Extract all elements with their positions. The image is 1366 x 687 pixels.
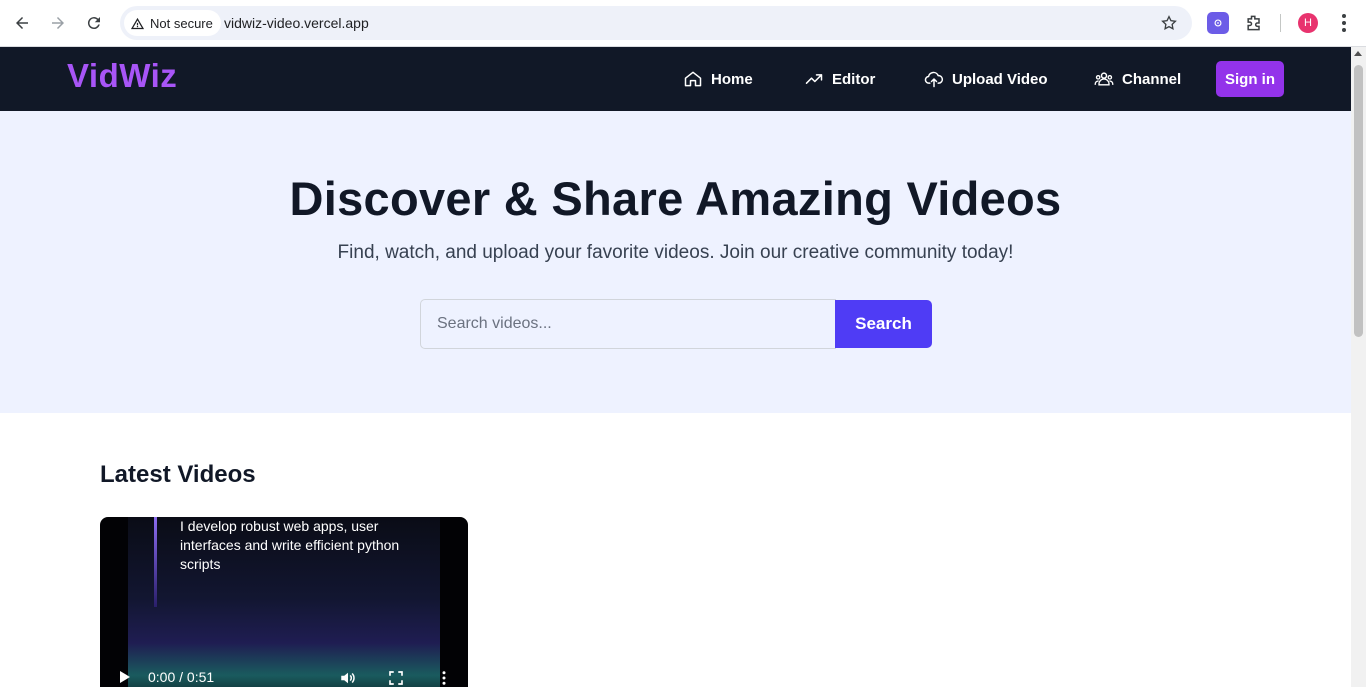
hero-subtitle: Find, watch, and upload your favorite vi… bbox=[337, 242, 1014, 263]
search-input[interactable] bbox=[420, 299, 836, 349]
page: VidWiz Home Editor Upload Video Channel … bbox=[0, 47, 1351, 687]
address-bar[interactable]: Not secure vidwiz-video.vercel.app bbox=[120, 6, 1192, 40]
nav-editor-label: Editor bbox=[832, 70, 876, 88]
extension-icon[interactable] bbox=[1207, 12, 1229, 34]
hero-section: Discover & Share Amazing Videos Find, wa… bbox=[0, 111, 1351, 413]
nav-channel-label: Channel bbox=[1122, 70, 1182, 88]
video-player[interactable]: I develop robust web apps, user interfac… bbox=[100, 517, 468, 687]
page-scrollbar[interactable] bbox=[1351, 47, 1366, 687]
scroll-up-icon[interactable] bbox=[1354, 51, 1362, 56]
nav-home[interactable]: Home bbox=[683, 69, 753, 89]
sign-in-button[interactable]: Sign in bbox=[1216, 61, 1284, 97]
video-controls: 0:00 / 0:51 bbox=[100, 661, 468, 687]
reload-icon bbox=[87, 17, 100, 30]
home-icon bbox=[684, 71, 702, 87]
arrow-left-icon bbox=[16, 17, 28, 29]
video-light-streak bbox=[154, 517, 157, 607]
video-time: 0:00 / 0:51 bbox=[148, 669, 215, 685]
site-logo[interactable]: VidWiz bbox=[67, 57, 177, 95]
site-header: VidWiz Home Editor Upload Video Channel … bbox=[0, 47, 1351, 111]
toolbar-divider bbox=[1280, 14, 1281, 32]
more-vert-icon[interactable] bbox=[435, 669, 453, 687]
browser-toolbar: Not secure vidwiz-video.vercel.app H bbox=[0, 0, 1366, 47]
users-icon bbox=[1094, 72, 1114, 86]
nav-channel[interactable]: Channel bbox=[1094, 69, 1181, 89]
video-caption: I develop robust web apps, user interfac… bbox=[180, 518, 400, 572]
nav-upload-video[interactable]: Upload Video bbox=[924, 69, 1048, 89]
back-button[interactable] bbox=[9, 10, 35, 36]
scrollbar-thumb[interactable] bbox=[1354, 65, 1363, 337]
bookmark-star-icon[interactable] bbox=[1160, 14, 1178, 32]
search-button[interactable]: Search bbox=[835, 300, 932, 348]
latest-videos-title: Latest Videos bbox=[100, 461, 256, 488]
play-icon[interactable] bbox=[120, 671, 130, 683]
fullscreen-icon[interactable] bbox=[387, 669, 405, 687]
url-text[interactable]: vidwiz-video.vercel.app bbox=[224, 15, 369, 31]
arrow-right-icon bbox=[52, 17, 64, 29]
extensions-button[interactable] bbox=[1243, 12, 1265, 34]
nav-home-label: Home bbox=[711, 70, 753, 88]
warning-icon bbox=[130, 17, 145, 29]
trending-up-icon bbox=[805, 74, 823, 84]
forward-button[interactable] bbox=[45, 10, 71, 36]
profile-avatar[interactable]: H bbox=[1298, 13, 1318, 33]
reload-button[interactable] bbox=[81, 10, 107, 36]
gear-icon bbox=[1214, 19, 1222, 27]
security-label: Not secure bbox=[150, 15, 213, 31]
hero-title: Discover & Share Amazing Videos bbox=[289, 172, 1062, 225]
volume-icon[interactable] bbox=[339, 669, 357, 687]
nav-upload-label: Upload Video bbox=[952, 70, 1048, 88]
nav-editor[interactable]: Editor bbox=[804, 69, 875, 89]
more-vert-icon[interactable] bbox=[1334, 12, 1354, 34]
puzzle-icon bbox=[1247, 15, 1260, 31]
security-chip[interactable]: Not secure bbox=[124, 10, 221, 36]
cloud-upload-icon bbox=[924, 71, 944, 88]
